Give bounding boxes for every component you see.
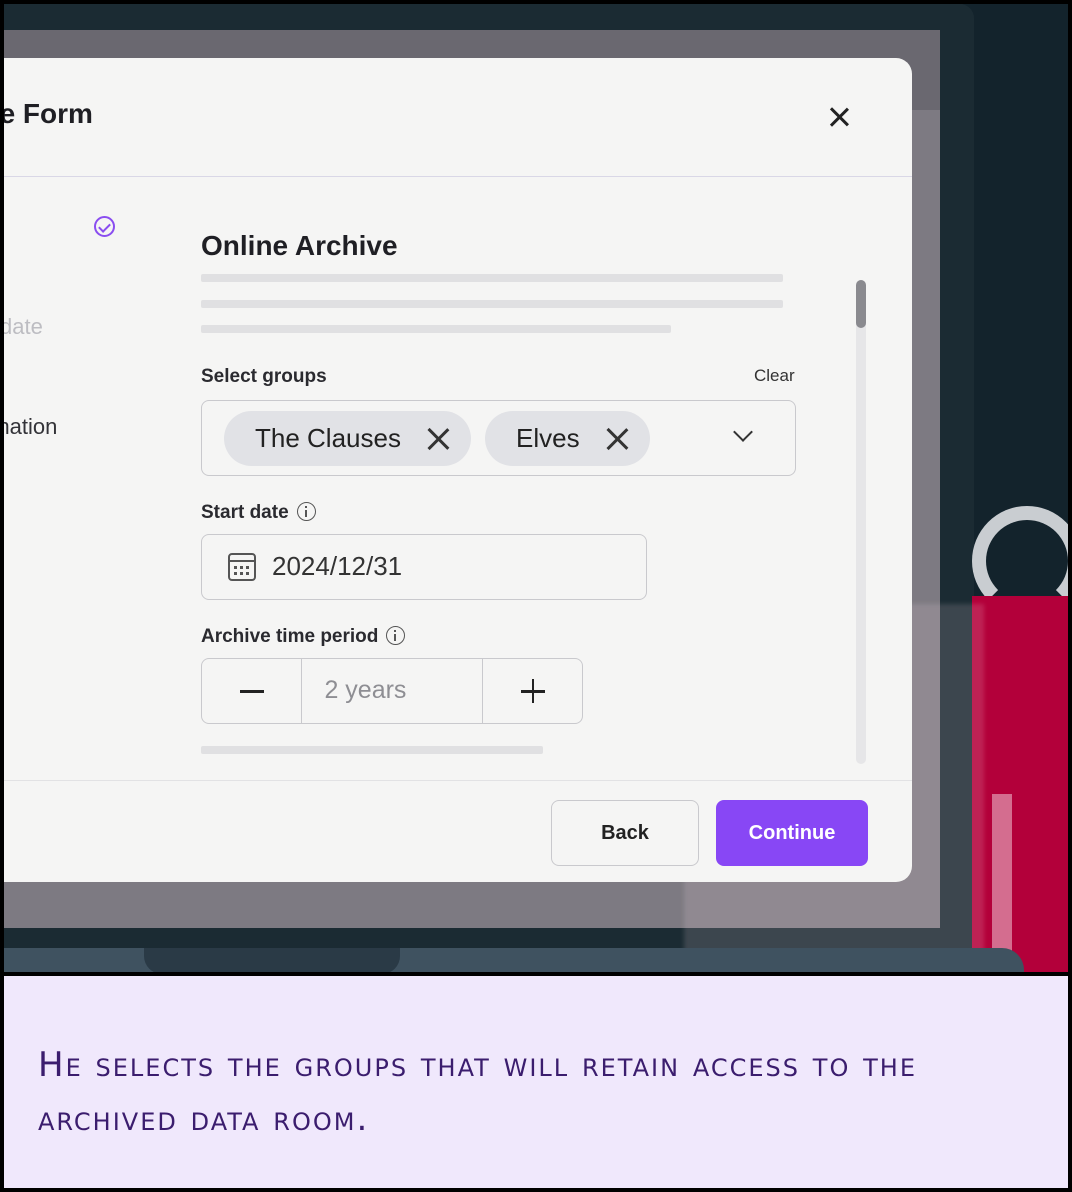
calendar-icon [228,553,256,581]
section-title: Online Archive [201,230,398,261]
step-start-date[interactable]: date [4,314,57,340]
chip-label: The Clauses [255,423,401,453]
scene-background: ve Form date rmation Online Archive Sele… [4,4,1068,972]
groups-multiselect[interactable]: The Clauses Elves [201,400,796,476]
comic-panel: ve Form date rmation Online Archive Sele… [0,0,1072,1192]
modal-title: ve Form [4,98,93,129]
clear-button[interactable]: Clear [754,366,795,386]
scrollbar-thumb[interactable] [856,280,866,328]
mug-stripe [992,794,1012,972]
decrement-button[interactable] [202,659,301,723]
increment-button[interactable] [483,659,582,723]
archive-period-value[interactable]: 2 years [301,659,483,723]
chip-label: Elves [516,423,580,453]
continue-button[interactable]: Continue [716,800,868,866]
chevron-down-icon[interactable] [733,422,753,442]
step-information[interactable]: rmation [4,414,87,440]
archive-period-stepper: 2 years [201,658,583,724]
placeholder-line [201,325,671,333]
group-chip: The Clauses [224,411,471,466]
placeholder-line [201,274,783,282]
placeholder-line [201,746,543,754]
start-date-label: Start date [201,502,316,524]
archive-modal: ve Form date rmation Online Archive Sele… [4,58,912,882]
select-groups-label: Select groups [201,366,327,387]
footer-divider [4,780,912,781]
check-circle-icon [94,216,115,237]
back-button[interactable]: Back [551,800,699,866]
group-chip: Elves [485,411,650,466]
info-icon[interactable] [296,502,316,521]
caption-text: He selects the groups that will retain a… [38,1045,918,1139]
start-date-field[interactable]: 2024/12/31 [201,534,647,600]
archive-period-label: Archive time period [201,626,406,648]
header-divider [4,176,912,177]
info-icon[interactable] [386,626,406,645]
remove-chip-icon[interactable] [604,426,630,452]
close-icon[interactable] [822,100,856,134]
placeholder-line [201,300,783,308]
remove-chip-icon[interactable] [425,426,451,452]
start-date-value: 2024/12/31 [272,551,403,581]
caption-box: He selects the groups that will retain a… [4,972,1068,1188]
mug-body [972,596,1068,972]
laptop-notch [144,948,400,972]
scrollbar-track[interactable] [856,280,866,764]
